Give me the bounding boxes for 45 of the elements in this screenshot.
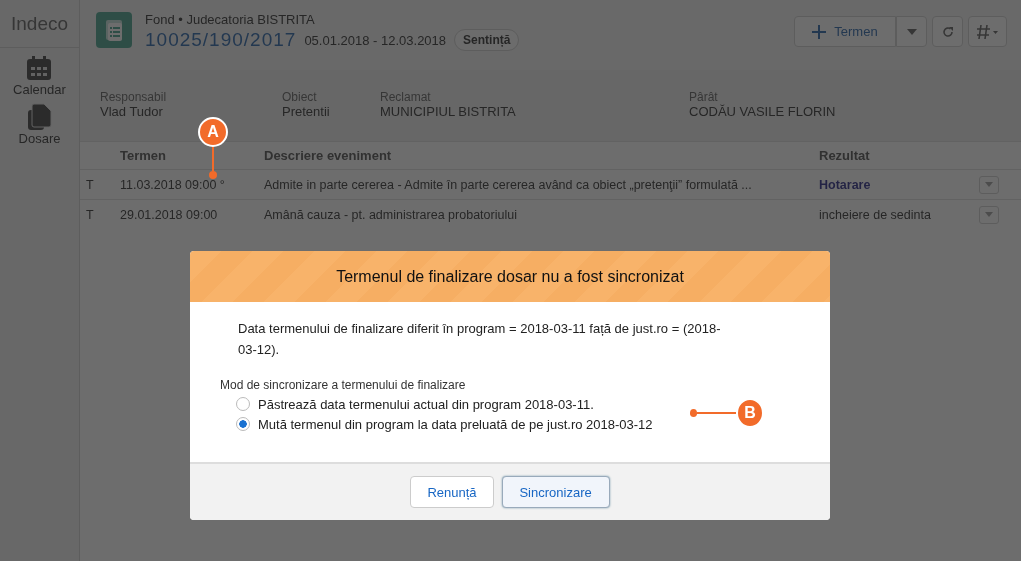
- documents-icon: [25, 103, 54, 131]
- plus-icon: [812, 24, 827, 39]
- radio-button[interactable]: [236, 417, 250, 431]
- sidebar-item[interactable]: Dosare: [18, 103, 61, 146]
- column-header: Rezultat: [819, 148, 871, 163]
- caret-icon: [985, 212, 993, 217]
- table-cell-text: 29.01.2018 09:00: [120, 207, 219, 222]
- detail-value: MUNICIPIUL BISTRITA: [380, 104, 517, 119]
- table-cell-text: T: [86, 207, 95, 222]
- add-term-button[interactable]: Termen: [794, 16, 896, 47]
- option-label: Păstrează data termenului actual din program 2018-03-11.: [258, 396, 594, 412]
- column-header: Termen: [120, 148, 167, 163]
- calendar-icon: [25, 54, 54, 82]
- detail-value: Vlad Tudor: [100, 104, 164, 119]
- table-cell-text: Amână cauza - pt. administrarea probatoriului: [264, 207, 518, 222]
- case-file-icon: [96, 12, 132, 48]
- radio-group-label: Mod de sincronizare a termenului de finalizare: [220, 378, 467, 392]
- case-subtitle: Fond • Judecatoria BISTRITA: [145, 12, 316, 27]
- status-badge: Sentință: [454, 29, 520, 51]
- radio-button[interactable]: [236, 397, 250, 411]
- sync-button[interactable]: Sincronizare: [501, 476, 610, 508]
- caret-icon: [985, 182, 993, 187]
- row-menu-button[interactable]: [979, 175, 999, 194]
- caret-icon: [906, 28, 917, 35]
- refresh-icon: [940, 24, 955, 39]
- hash-menu-button[interactable]: [968, 16, 1007, 47]
- dropdown-button[interactable]: [896, 16, 927, 47]
- table-cell-text: T: [86, 177, 95, 192]
- table-cell-text: 11.03.2018 09:00 °: [120, 177, 226, 192]
- dialog-message: Data termenului de finalizare diferit în program = 2018-03-11 față de just.ro = (2018-03-12).: [238, 320, 722, 359]
- row-menu-button[interactable]: [979, 205, 999, 224]
- column-header: Descriere eveniment: [264, 148, 393, 163]
- case-number: 10025/190/2017: [145, 29, 297, 51]
- table-cell-text: incheiere de sedinta: [819, 207, 932, 222]
- date-range: 05.01.2018 - 12.03.2018: [304, 32, 447, 48]
- option-label: Mută termenul din program la data preluată de pe just.ro 2018-03-12: [258, 416, 653, 432]
- hash-icon: [975, 23, 1000, 40]
- refresh-button[interactable]: [932, 16, 963, 47]
- detail-value: CODĂU VASILE FLORIN: [689, 104, 836, 119]
- dialog-title: Termenul de finalizare dosar nu a fost sincronizat: [190, 251, 830, 302]
- detail-value: Pretentii: [282, 104, 331, 119]
- cancel-button[interactable]: Renunță: [410, 476, 494, 508]
- result-link[interactable]: Hotarare: [819, 177, 979, 192]
- sidebar-item[interactable]: Calendar: [13, 54, 66, 97]
- table-cell-text: Admite in parte cererea - Admite în parte cererea având ca obiect „pretenţii” formulată ...: [264, 177, 753, 192]
